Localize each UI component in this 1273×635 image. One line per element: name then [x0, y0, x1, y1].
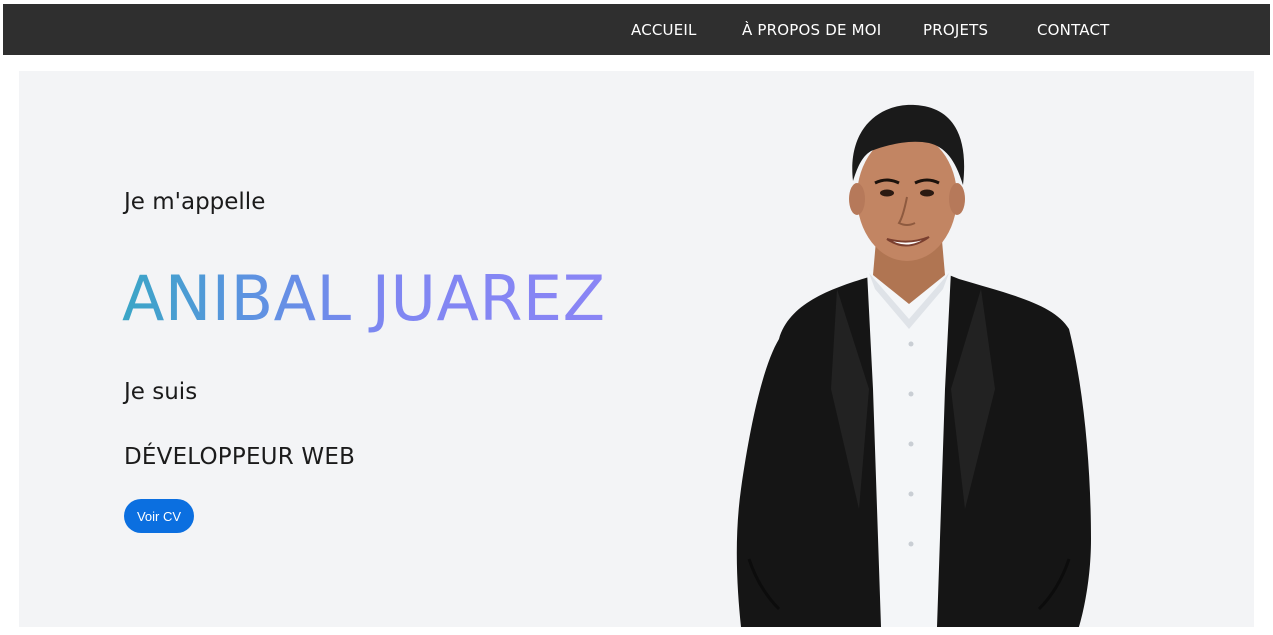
- role-title: DÉVELOPPEUR WEB: [124, 444, 356, 470]
- nav-link-accueil[interactable]: ACCUEIL: [631, 20, 697, 40]
- nav-link-a-propos[interactable]: À PROPOS DE MOI: [742, 20, 881, 40]
- main-navigation: ACCUEIL À PROPOS DE MOI PROJETS CONTACT: [3, 4, 1270, 55]
- top-navbar: ACCUEIL À PROPOS DE MOI PROJETS CONTACT: [3, 4, 1270, 55]
- person-name-heading: ANIBAL JUAREZ: [122, 262, 606, 335]
- greeting-text: Je m'appelle: [124, 189, 266, 215]
- portrait-photo: [736, 104, 1091, 627]
- nav-link-contact[interactable]: CONTACT: [1037, 20, 1110, 40]
- hero-section: Je m'appelle ANIBAL JUAREZ Je suis DÉVEL…: [19, 71, 1254, 627]
- i-am-text: Je suis: [124, 379, 198, 405]
- view-cv-button[interactable]: Voir CV: [124, 499, 194, 533]
- nav-link-projets[interactable]: PROJETS: [923, 20, 988, 40]
